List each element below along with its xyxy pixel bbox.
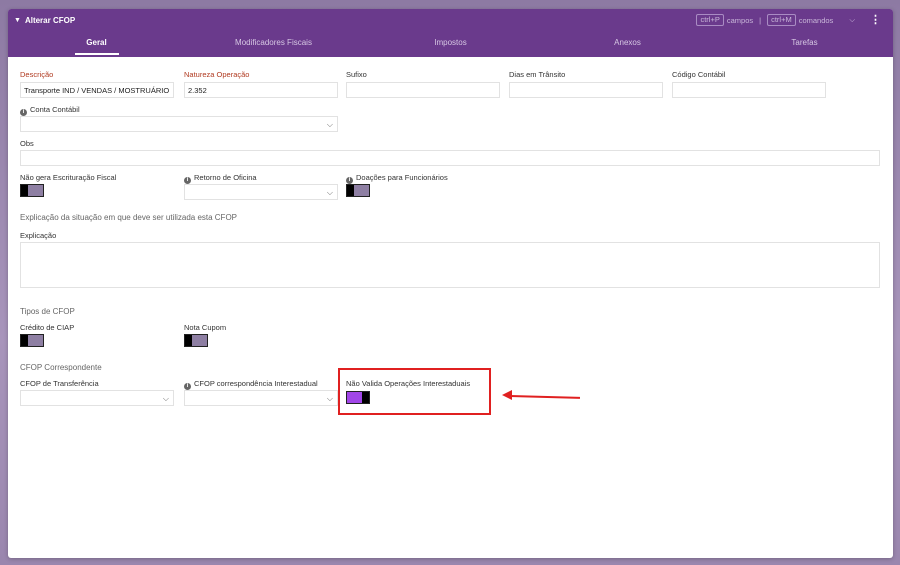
correspondente-section-title: CFOP Correspondente: [20, 363, 102, 372]
explicacao-label: Explicação: [20, 231, 57, 240]
shortcut-commands-key: ctrl+M: [767, 14, 796, 26]
tab-impostos[interactable]: Impostos: [362, 31, 539, 57]
chevron-down-icon: ⌵: [326, 120, 333, 129]
shortcut-fields-label: campos: [726, 15, 754, 25]
kebab-menu-icon[interactable]: ⋮: [870, 13, 881, 26]
toggle-knob: [21, 185, 28, 196]
doacoes-toggle[interactable]: [346, 184, 370, 197]
doacoes-label-text: Doações para Funcionários: [356, 173, 448, 182]
shortcut-separator: |: [759, 15, 762, 25]
info-icon: i: [184, 383, 191, 390]
toggle-knob: [185, 335, 192, 346]
window-titlebar: ▼ Alterar CFOP ctrl+P campos | ctrl+M co…: [8, 9, 893, 31]
codigo-contabil-label: Código Contábil: [672, 70, 726, 79]
collapse-caret-icon[interactable]: ▼: [14, 17, 21, 24]
cfop-interestadual-label: i CFOP correspondência Interestadual: [184, 379, 318, 390]
chevron-down-icon[interactable]: ⌵: [849, 15, 855, 25]
info-icon: i: [20, 109, 27, 116]
sufixo-input[interactable]: [346, 82, 500, 98]
highlight-box: [338, 368, 491, 415]
codigo-contabil-input[interactable]: [672, 82, 826, 98]
explicacao-textarea[interactable]: [20, 242, 880, 288]
credito-ciap-toggle[interactable]: [20, 334, 44, 347]
descricao-input[interactable]: Transporte IND / VENDAS / MOSTRUÁRIO: [20, 82, 174, 98]
cfop-transferencia-label: CFOP de Transferência: [20, 379, 99, 388]
shortcut-fields-key: ctrl+P: [696, 14, 724, 26]
tab-tarefas[interactable]: Tarefas: [716, 31, 893, 57]
retorno-oficina-label: i Retorno de Oficina: [184, 173, 257, 184]
chevron-down-icon: ⌵: [162, 394, 169, 403]
chevron-down-icon: ⌵: [326, 188, 333, 197]
nota-cupom-label: Nota Cupom: [184, 323, 227, 332]
info-icon: i: [346, 177, 353, 184]
cfop-window: ▼ Alterar CFOP ctrl+P campos | ctrl+M co…: [8, 9, 893, 558]
cfop-transferencia-select[interactable]: ⌵: [20, 390, 174, 406]
nao-gera-label: Não gera Escrituração Fiscal: [20, 173, 117, 182]
credito-ciap-label: Crédito de CIAP: [20, 323, 75, 332]
info-icon: i: [184, 177, 191, 184]
form-content: Descrição Transporte IND / VENDAS / MOST…: [8, 57, 893, 558]
conta-contabil-label-text: Conta Contábil: [30, 105, 80, 114]
sufixo-label: Sufixo: [346, 70, 367, 79]
chevron-down-icon: ⌵: [326, 394, 333, 403]
dias-transito-input[interactable]: [509, 82, 663, 98]
dias-transito-label: Dias em Trânsito: [509, 70, 566, 79]
shortcut-commands-label: comandos: [798, 15, 834, 25]
retorno-oficina-label-text: Retorno de Oficina: [194, 173, 257, 182]
natureza-label: Natureza Operação: [184, 70, 250, 79]
shortcut-hints: ctrl+P campos | ctrl+M comandos ⌵: [696, 14, 855, 26]
tab-anexos[interactable]: Anexos: [539, 31, 716, 57]
tab-bar: Geral Modificadores Fiscais Impostos Ane…: [8, 31, 893, 57]
retorno-oficina-select[interactable]: ⌵: [184, 184, 338, 200]
annotation-arrow-line: [509, 395, 581, 399]
tab-geral[interactable]: Geral: [8, 31, 185, 57]
arrow-head-icon: [502, 390, 512, 400]
nao-gera-toggle[interactable]: [20, 184, 44, 197]
nota-cupom-toggle[interactable]: [184, 334, 208, 347]
cfop-interestadual-select[interactable]: ⌵: [184, 390, 338, 406]
doacoes-label: i Doações para Funcionários: [346, 173, 448, 184]
natureza-input[interactable]: 2.352: [184, 82, 338, 98]
conta-contabil-label: i Conta Contábil: [20, 105, 80, 116]
tipos-section-title: Tipos de CFOP: [20, 307, 75, 316]
conta-contabil-select[interactable]: ⌵: [20, 116, 338, 132]
obs-label: Obs: [20, 139, 34, 148]
descricao-label: Descrição: [20, 70, 54, 79]
cfop-interestadual-label-text: CFOP correspondência Interestadual: [194, 379, 318, 388]
window-title: Alterar CFOP: [24, 15, 76, 25]
toggle-knob: [347, 185, 354, 196]
toggle-knob: [21, 335, 28, 346]
obs-input[interactable]: [20, 150, 880, 166]
explicacao-section-title: Explicação da situação em que deve ser u…: [20, 213, 238, 222]
tab-modificadores-fiscais[interactable]: Modificadores Fiscais: [185, 31, 362, 57]
